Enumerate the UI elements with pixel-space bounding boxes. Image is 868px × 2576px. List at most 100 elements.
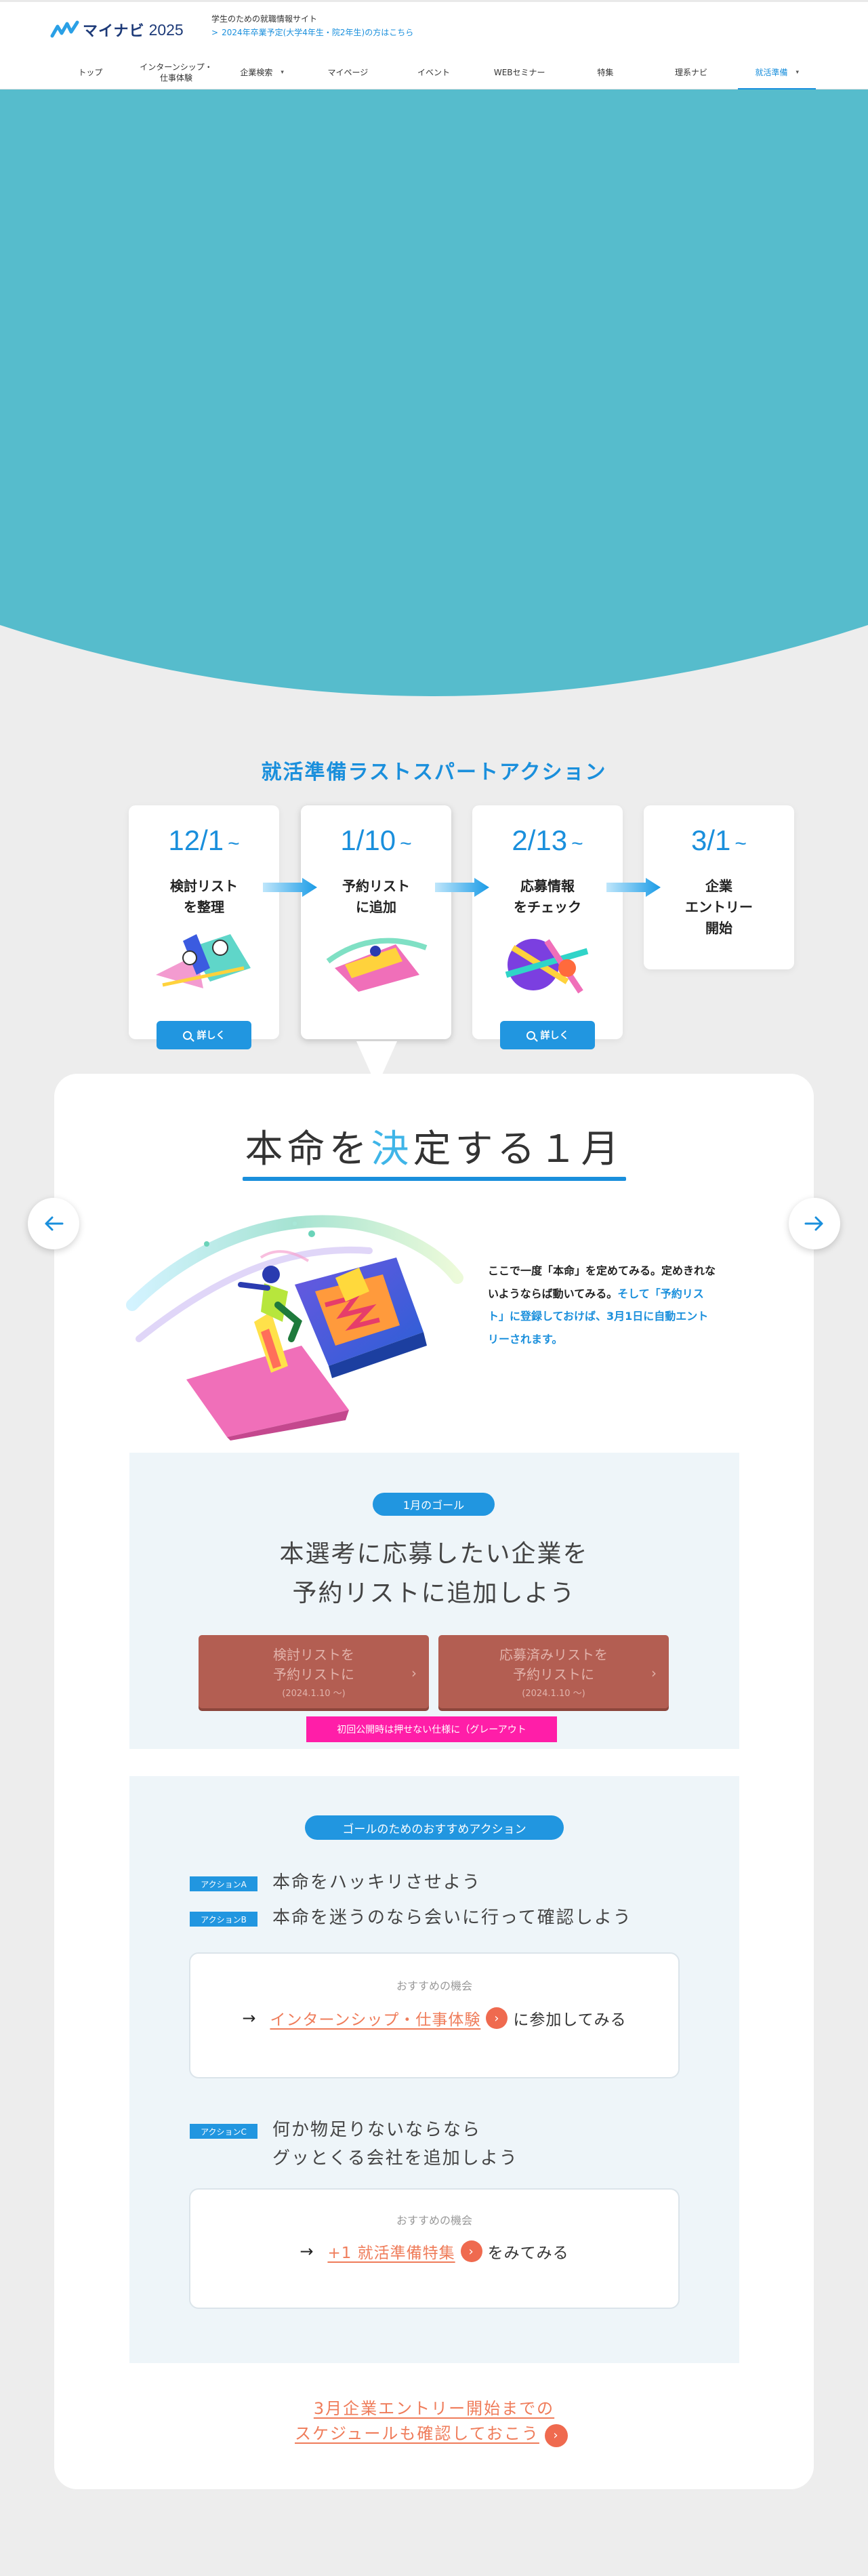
text-line: をチェック [514, 899, 581, 915]
prev-month-button[interactable] [28, 1198, 79, 1249]
nav-item[interactable]: イベント [391, 56, 477, 89]
goal-text: 本選考に応募したい企業を 予約リストに追加しよう [0, 1535, 868, 1613]
goal-text-line: 本選考に応募したい企業を [279, 1540, 589, 1568]
action-text-c: 何か物足りないならならグッとくる会社を追加しよう [272, 2116, 518, 2173]
nav-item-label: 特集 [597, 67, 614, 77]
schedule-title: 就活準備ラストスパートアクション [261, 761, 607, 784]
action-text-b: 本命を迷うのなら会いに行って確認しよう [272, 1908, 632, 1928]
action-badge-b: アクションB [190, 1912, 257, 1927]
step-card: 3/1 ~ 企業 エントリー 開始 [644, 805, 794, 969]
step-illustration [156, 934, 251, 988]
action-badge-a: アクションA [190, 1876, 257, 1891]
recommend-card-feature: おすすめの機会 → +1 就活準備特集 › をみてみる [189, 2188, 680, 2309]
text-line: 予約リストに [273, 1666, 354, 1683]
button-label: 応募済みリストを 予約リストに [438, 1645, 669, 1685]
detail-button[interactable]: 詳しく [157, 1021, 251, 1049]
nav-item[interactable]: マイページ [305, 56, 391, 89]
action-badge-c: アクションC [190, 2124, 257, 2139]
logo-mark-icon [50, 20, 79, 38]
nav-item-label: インターンシップ・ 仕事体験 [140, 62, 213, 83]
text-line: 応募済みリストを [499, 1646, 608, 1663]
text-line: 企業 [705, 878, 732, 894]
internship-link[interactable]: インターンシップ・仕事体験 [270, 2007, 480, 2030]
nav-item[interactable]: 企業検索 ▾ [219, 56, 305, 89]
circle-arrow-icon[interactable]: › [486, 2007, 508, 2029]
circle-arrow-icon: › [544, 2424, 568, 2448]
action-text-a: 本命をハッキリさせよう [272, 1872, 482, 1893]
step-label: 予約リスト に追加 [301, 876, 451, 918]
step-date-tilde: ~ [571, 832, 583, 855]
global-nav: トップ インターンシップ・ 仕事体験 企業検索 ▾ マイページ イベント WEBセミナー 特集… [47, 56, 820, 90]
feature-link[interactable]: +1 就活準備特集 [327, 2240, 455, 2263]
nav-item[interactable]: トップ [47, 56, 133, 89]
step-arrow-icon [606, 878, 661, 897]
step-date: 2/13 ~ [472, 824, 623, 857]
recommend-line: → インターンシップ・仕事体験 › に参加してみる [190, 2007, 678, 2030]
text-line: を整理 [184, 899, 224, 915]
nav-item[interactable]: 特集 [562, 56, 648, 89]
caret-down-icon: ▾ [281, 68, 284, 76]
next-month-button[interactable] [789, 1198, 840, 1249]
schedule-confirm-link[interactable]: 3月企業エントリー開始までの スケジュールも確認しておこう › [0, 2396, 868, 2448]
arrow-right-icon [804, 1216, 823, 1231]
step-card[interactable]: 1/10 ~ 予約リスト に追加 [301, 805, 451, 1039]
text-line: 応募情報 [520, 878, 575, 894]
circle-arrow-icon[interactable]: › [460, 2240, 482, 2262]
step-illustration [505, 939, 589, 994]
heading-highlight: 決 [371, 1127, 413, 1171]
consider-to-reserve-button[interactable]: 検討リストを 予約リストに (2024.1.10 ～) › [199, 1635, 429, 1708]
previous-year-link[interactable]: >2024年卒業予定(大学4年生・院2年生)の方はこちら [211, 26, 413, 38]
step-label: 応募情報 をチェック [472, 876, 623, 918]
step-date: 1/10 ~ [301, 824, 451, 857]
nav-item[interactable]: インターンシップ・ 仕事体験 [133, 56, 220, 89]
month-illustration [126, 1215, 463, 1441]
nav-item-label: 就活準備 [755, 67, 788, 77]
step-illustration [326, 938, 428, 992]
arrow-right-icon: → [242, 2009, 257, 2028]
step-date-value: 3/1 [691, 824, 731, 856]
text-line: グッとくる会社を追加しよう [272, 2148, 518, 2169]
nav-item-label: イベント [417, 67, 451, 77]
search-icon [526, 1030, 535, 1040]
button-date: (2024.1.10 ～) [522, 1688, 585, 1699]
detail-button-label: 詳しく [540, 1030, 569, 1041]
site-logo[interactable]: マイナビ 2025 [50, 16, 184, 43]
chevron-right-icon: › [411, 1665, 417, 1681]
schedule-link-text: 3月企業エントリー開始までの [313, 2399, 555, 2418]
header-top-border [0, 0, 868, 2]
recommend-suffix: をみてみる [487, 2245, 569, 2262]
nav-item-label: 理系ナビ [675, 67, 708, 77]
panel-pointer [356, 1041, 397, 1082]
recommend-line: → +1 就活準備特集 › をみてみる [190, 2240, 678, 2263]
text-line: 何か物足りないならなら [272, 2120, 482, 2140]
text-line: 開始 [705, 920, 732, 936]
detail-button[interactable]: 詳しく [500, 1021, 595, 1049]
hero-banner [0, 89, 868, 704]
nav-item-label: トップ [78, 67, 103, 77]
nav-item[interactable]: 就活準備 ▾ [734, 56, 820, 90]
disabled-note: 初回公開時は押せない仕様に（グレーアウト [306, 1716, 557, 1742]
schedule-link-line2: スケジュールも確認しておこう › [0, 2421, 868, 2448]
step-label: 検討リスト を整理 [129, 876, 279, 918]
heading-underline [243, 1177, 626, 1181]
nav-item-label: WEBセミナー [493, 67, 545, 77]
text-line: 予約リストに [513, 1666, 594, 1683]
step-date-value: 12/1 [168, 824, 224, 856]
recommend-label: おすすめの機会 [396, 1979, 472, 1992]
heading-part: 本命を [245, 1127, 371, 1171]
step-arrow-icon [263, 878, 317, 897]
button-label: 検討リストを 予約リストに [199, 1645, 429, 1685]
nav-item[interactable]: 理系ナビ [648, 56, 735, 89]
search-icon [182, 1030, 192, 1040]
nav-item-label: マイページ [327, 67, 369, 77]
nav-item[interactable]: WEBセミナー [476, 56, 562, 89]
step-arrow-icon [435, 878, 489, 897]
chevron-right-icon: › [651, 1665, 657, 1681]
text-line: エントリー [685, 899, 753, 915]
recommend-suffix: に参加してみる [513, 2011, 627, 2029]
recommend-card-internship: おすすめの機会 → インターンシップ・仕事体験 › に参加してみる [189, 1952, 680, 2078]
recommend-label: おすすめの機会 [396, 2214, 472, 2227]
step-date-tilde: ~ [228, 832, 240, 855]
caret-down-icon: ▾ [795, 68, 799, 76]
applied-to-reserve-button[interactable]: 応募済みリストを 予約リストに (2024.1.10 ～) › [438, 1635, 669, 1708]
